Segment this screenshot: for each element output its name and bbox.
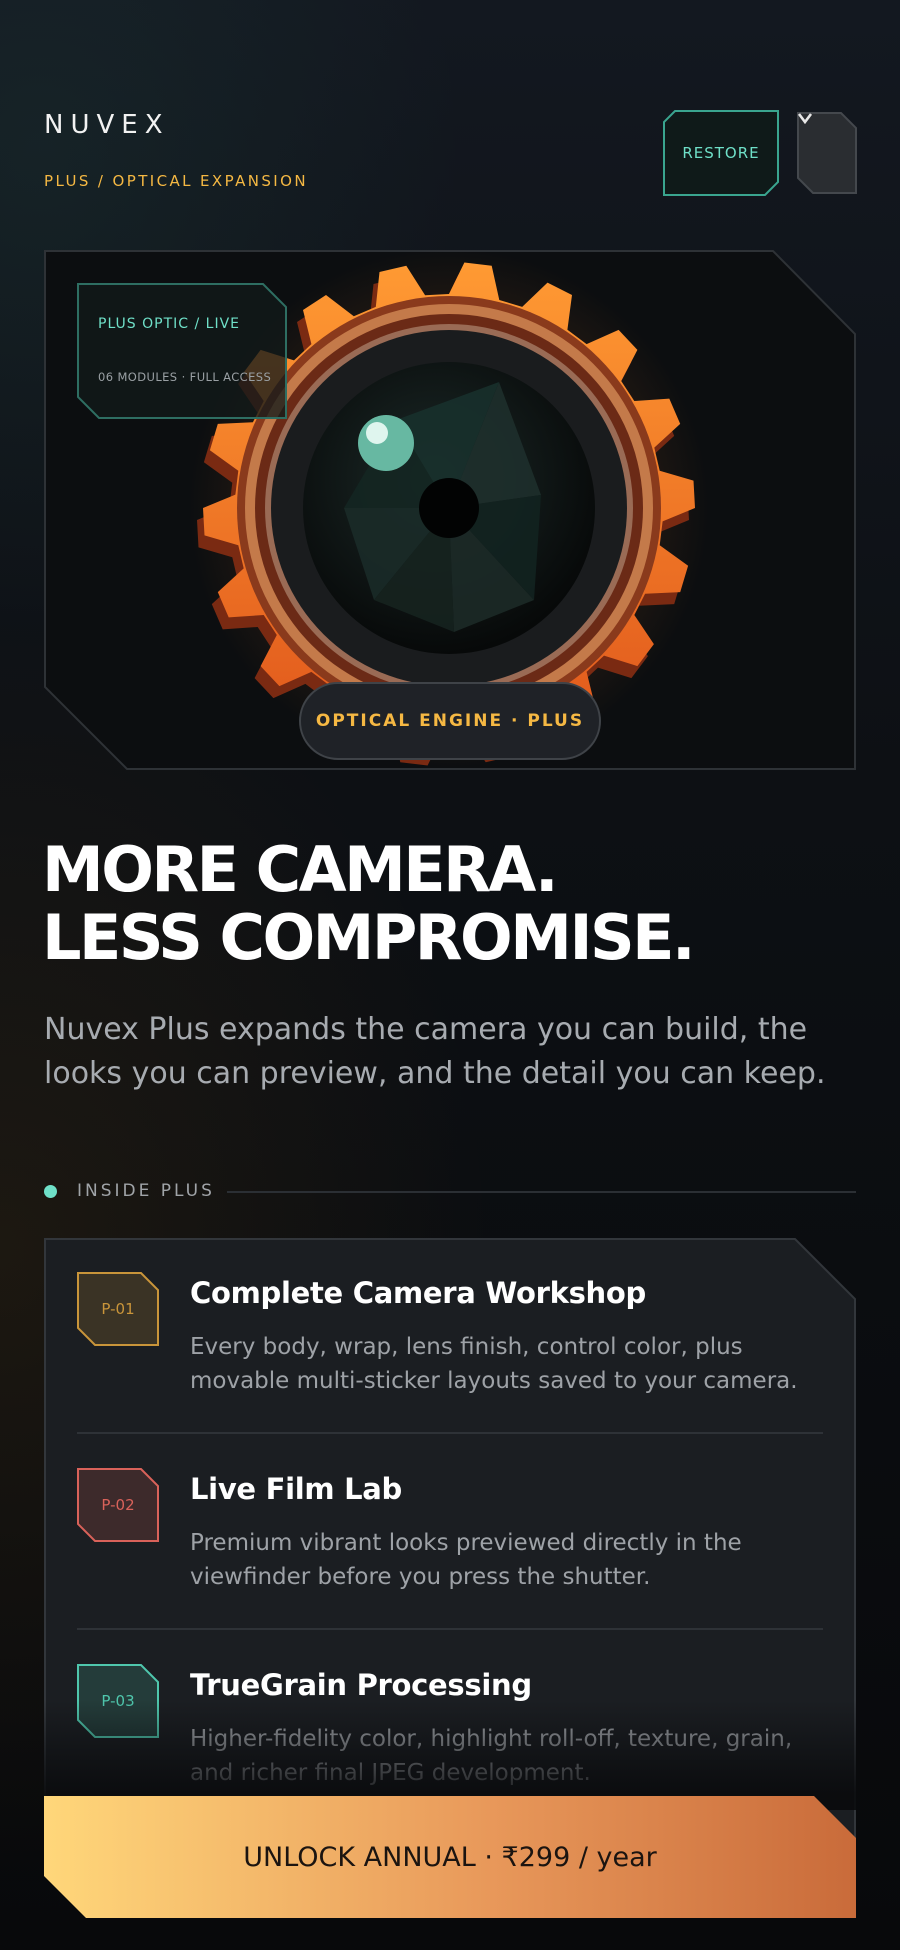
- feature-title: Live Film Lab: [190, 1472, 403, 1506]
- section-divider: [227, 1191, 856, 1193]
- features-card: P-01 Complete Camera Workshop Every body, …: [44, 1238, 856, 1858]
- hero-panel: PLUS OPTIC / LIVE 06 MODULES · FULL ACCE…: [44, 250, 856, 770]
- engine-badge: OPTICAL ENGINE · PLUS: [299, 682, 601, 760]
- feature-title: TrueGrain Processing: [190, 1668, 532, 1702]
- hero-tag-card: PLUS OPTIC / LIVE 06 MODULES · FULL ACCE…: [77, 283, 287, 419]
- feature-item: P-02 Live Film Lab Premium vibrant looks p…: [44, 1434, 856, 1630]
- unlock-annual-button[interactable]: UNLOCK ANNUAL · ₹299 / year: [44, 1796, 856, 1918]
- feature-title: Complete Camera Workshop: [190, 1276, 646, 1310]
- feature-item: P-01 Complete Camera Workshop Every body, …: [44, 1238, 856, 1434]
- page-headline: MORE CAMERA. LESS COMPROMISE.: [42, 833, 696, 974]
- brand-subtitle: PLUS / OPTICAL EXPANSION: [44, 172, 308, 190]
- feature-description: Premium vibrant looks previewed directly…: [190, 1530, 742, 1590]
- feature-code-badge: P-03: [77, 1664, 159, 1738]
- feature-code: P-01: [101, 1300, 135, 1318]
- feature-code: P-02: [101, 1496, 135, 1514]
- section-label: INSIDE PLUS: [77, 1181, 215, 1201]
- page-description: Nuvex Plus expands the camera you can bu…: [44, 1012, 826, 1091]
- brand-logo: NUVEX: [44, 110, 170, 140]
- hero-tag-title: PLUS OPTIC / LIVE: [98, 316, 241, 332]
- restore-button[interactable]: RESTORE: [663, 110, 779, 196]
- feature-code-badge: P-01: [77, 1272, 159, 1346]
- unlock-annual-label: UNLOCK ANNUAL · ₹299 / year: [243, 1841, 657, 1873]
- menu-button[interactable]: [797, 112, 857, 194]
- feature-code: P-03: [101, 1692, 135, 1710]
- feature-code-badge: P-02: [77, 1468, 159, 1542]
- headline-line-1: MORE CAMERA.: [42, 833, 559, 906]
- chevron-down-icon: [797, 112, 857, 194]
- feature-description: Every body, wrap, lens finish, control c…: [190, 1334, 798, 1394]
- hero-tag-meta: 06 MODULES · FULL ACCESS: [98, 370, 272, 384]
- feature-description: Higher-fidelity color, highlight roll-of…: [190, 1726, 793, 1786]
- restore-button-label: RESTORE: [682, 144, 760, 162]
- headline-line-2: LESS COMPROMISE.: [42, 901, 696, 974]
- status-dot-icon: [44, 1185, 57, 1198]
